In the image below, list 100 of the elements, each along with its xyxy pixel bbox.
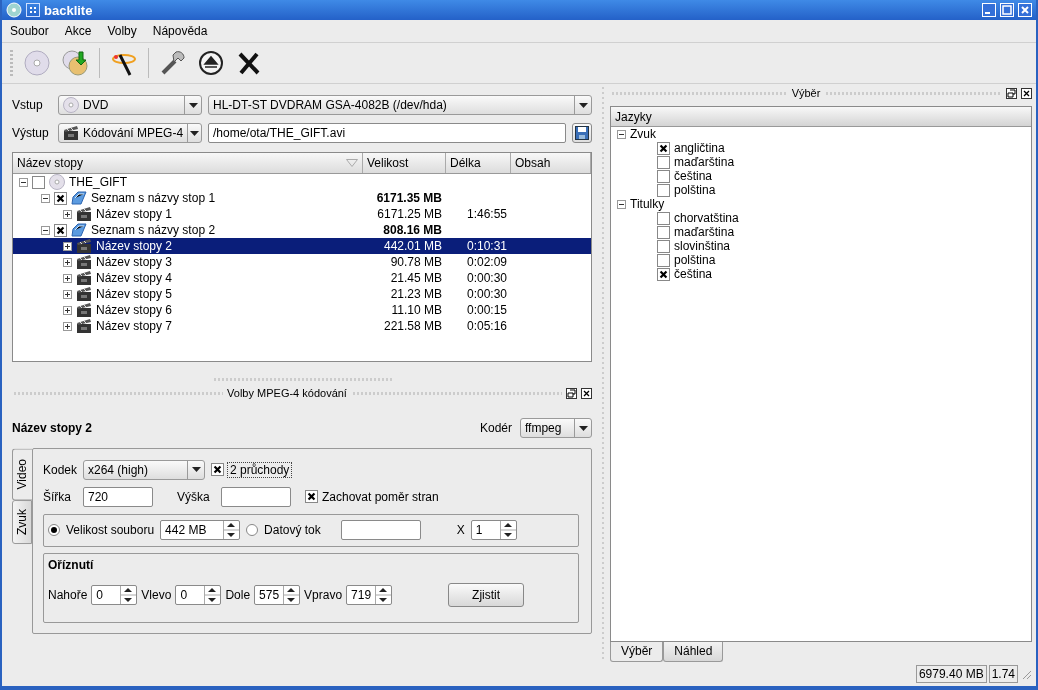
checkbox[interactable]	[211, 463, 224, 477]
checkbox[interactable]	[657, 225, 670, 239]
menu-item[interactable]: Volby	[99, 24, 145, 38]
expand-icon[interactable]	[63, 305, 72, 315]
disc-copy-icon[interactable]	[61, 49, 89, 77]
track-row[interactable]: Název stopy 5 21.23 MB 0:00:30	[13, 286, 591, 302]
float-icon[interactable]	[1006, 87, 1017, 99]
float-icon[interactable]	[566, 387, 577, 399]
encoder-label: Kodér	[479, 421, 512, 435]
checkbox[interactable]	[657, 141, 670, 155]
menu-item[interactable]: Soubor	[2, 24, 57, 38]
column-header[interactable]: Jazyky	[611, 107, 1031, 127]
track-name: Název stopy 1	[96, 207, 173, 221]
track-name: Seznam s názvy stop 1	[91, 191, 216, 205]
track-row[interactable]: THE_GIFT	[13, 174, 591, 190]
minimize-icon[interactable]	[982, 3, 996, 17]
source-type-dropdown[interactable]: DVD	[58, 95, 202, 115]
menu-item[interactable]: Akce	[56, 24, 100, 38]
checkbox[interactable]	[657, 239, 670, 253]
size-grip-icon[interactable]	[1020, 668, 1032, 680]
panel-title: Volby MPEG-4 kódování	[227, 387, 347, 399]
size-spinbox[interactable]: 442 MB	[160, 520, 241, 541]
window-menu-icon[interactable]	[26, 3, 40, 17]
track-row[interactable]: Seznam s názvy stop 2 808.16 MB	[13, 222, 591, 238]
save-button[interactable]	[572, 123, 592, 143]
track-name: THE_GIFT	[69, 175, 127, 189]
folder-icon	[71, 190, 87, 206]
column-header[interactable]: Délka	[446, 153, 511, 173]
expand-icon[interactable]	[63, 257, 72, 267]
multiplier-spinbox[interactable]: 1	[470, 520, 517, 541]
track-row[interactable]: Název stopy 3 90.78 MB 0:02:09	[13, 254, 591, 270]
clapperboard-icon	[76, 286, 92, 302]
tree-group[interactable]: Zvuk	[630, 127, 656, 141]
expand-icon[interactable]	[63, 289, 72, 299]
checkbox[interactable]	[54, 223, 67, 237]
radio-label: Datový tok	[264, 523, 321, 538]
expand-icon[interactable]	[63, 209, 72, 219]
checkbox[interactable]	[657, 183, 670, 197]
crop-spinbox[interactable]: 0	[91, 584, 138, 605]
radio-button[interactable]	[48, 524, 60, 537]
collapse-icon[interactable]	[617, 199, 626, 209]
radio-button[interactable]	[246, 524, 259, 537]
side-tab[interactable]: Video	[12, 448, 32, 501]
size-cell: 442.01 MB	[383, 239, 442, 253]
checkbox[interactable]	[657, 267, 670, 281]
track-name: Název stopy 5	[96, 287, 173, 301]
track-row[interactable]: Název stopy 2 442.01 MB 0:10:31	[13, 238, 591, 254]
checkbox[interactable]	[657, 169, 670, 183]
checkbox[interactable]	[32, 175, 45, 189]
track-row[interactable]: Název stopy 4 21.45 MB 0:00:30	[13, 270, 591, 286]
detect-button[interactable]: Zjistit	[448, 582, 525, 607]
width-field[interactable]: 720	[83, 487, 153, 507]
output-path-field[interactable]: /home/ota/THE_GIFT.avi	[208, 123, 566, 143]
tree-group[interactable]: Titulky	[630, 197, 665, 211]
track-row[interactable]: Název stopy 7 221.58 MB 0:05:16	[13, 318, 591, 334]
height-field[interactable]	[221, 487, 291, 507]
collapse-icon[interactable]	[41, 193, 50, 203]
side-tab[interactable]: Zvuk	[12, 500, 32, 545]
checkbox[interactable]	[305, 490, 318, 504]
size-cell: 221.58 MB	[383, 319, 442, 333]
spin-arrows-icon	[223, 521, 240, 540]
clapperboard-icon	[76, 254, 92, 270]
menu-item[interactable]: Nápověda	[144, 24, 216, 38]
expand-icon[interactable]	[63, 241, 72, 251]
codec-dropdown[interactable]: x264 (high)	[83, 459, 205, 480]
track-name: Seznam s názvy stop 2	[91, 223, 216, 237]
tab[interactable]: Výběr	[610, 642, 664, 662]
close-icon[interactable]	[581, 387, 592, 399]
track-row[interactable]: Seznam s názvy stop 1 6171.35 MB	[13, 190, 591, 206]
collapse-icon[interactable]	[41, 225, 50, 235]
column-header[interactable]: Obsah	[511, 153, 591, 173]
crop-spinbox[interactable]: 719	[346, 584, 393, 605]
wrench-icon[interactable]	[159, 49, 187, 77]
crop-spinbox[interactable]: 575	[254, 584, 301, 605]
column-header[interactable]: Velikost	[363, 153, 446, 173]
track-row[interactable]: Název stopy 1 6171.25 MB 1:46:55	[13, 206, 591, 222]
eject-icon[interactable]	[197, 49, 225, 77]
length-cell: 0:00:30	[466, 271, 507, 285]
checkbox[interactable]	[657, 253, 670, 267]
tab[interactable]: Náhled	[663, 642, 724, 662]
dropdown-arrow-icon	[578, 102, 588, 108]
device-dropdown[interactable]: HL-DT-ST DVDRAM GSA-4082B (/dev/hda)	[208, 95, 592, 115]
checkbox[interactable]	[657, 155, 670, 169]
expand-icon[interactable]	[63, 321, 72, 331]
width-label: Šířka	[43, 490, 72, 504]
checkbox[interactable]	[54, 191, 67, 205]
collapse-icon[interactable]	[19, 177, 28, 187]
checkbox[interactable]	[657, 211, 670, 225]
collapse-icon[interactable]	[617, 129, 626, 139]
crop-spinbox[interactable]: 0	[175, 584, 222, 605]
track-row[interactable]: Název stopy 6 11.10 MB 0:00:15	[13, 302, 591, 318]
column-header[interactable]: Název stopy	[13, 153, 363, 173]
height-label: Výška	[177, 490, 211, 504]
spin-arrows-icon	[204, 585, 221, 604]
bitrate-field[interactable]	[340, 520, 421, 541]
encoder-dropdown[interactable]: ffmpeg	[520, 418, 592, 438]
output-mode-dropdown[interactable]: Kódování MPEG-4	[58, 123, 202, 143]
maximize-icon[interactable]	[1000, 3, 1014, 17]
close-icon[interactable]	[1021, 87, 1032, 99]
expand-icon[interactable]	[63, 273, 72, 283]
